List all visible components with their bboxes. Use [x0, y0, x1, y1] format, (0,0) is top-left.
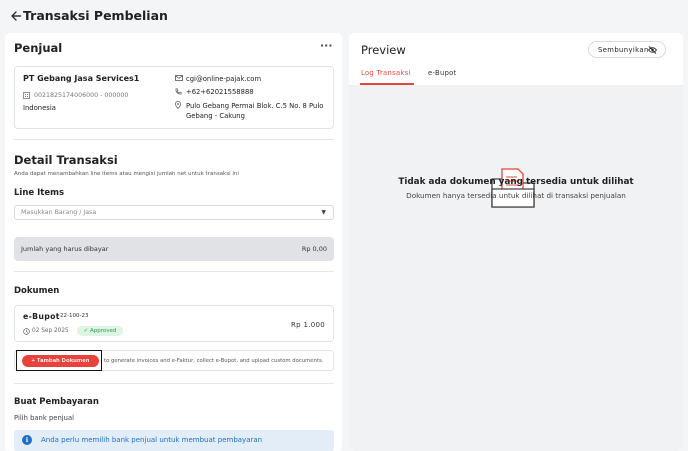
total-label: Jumlah yang harus dibayar: [21, 245, 109, 253]
seller-heading: Penjual: [14, 41, 63, 55]
add-document-row: + Tambah Dokumen to generate invoices an…: [14, 350, 334, 371]
total-summary: Jumlah yang harus dibayar Rp 0,00: [14, 237, 334, 261]
more-horizontal-icon[interactable]: ···: [320, 39, 333, 52]
empty-state-subtitle: Dokumen hanya tersedia untuk dilihat di …: [406, 191, 626, 200]
hide-preview-button[interactable]: Sembunyikan: [588, 41, 666, 58]
seller-npwp: 0021825174006000 - 000000: [34, 92, 129, 99]
preview-empty-state: Tidak ada dokumen yang tersedia untuk di…: [349, 86, 683, 451]
bank-label: Pilih bank penjual: [14, 414, 75, 422]
chevron-down-icon: ▼: [321, 209, 326, 216]
document-card[interactable]: e-Bupot 22-100-23 02 Sep 2025 ✓ Approved…: [14, 305, 334, 342]
status-badge-label: Approved: [89, 328, 117, 334]
detail-heading: Detail Transaksi: [14, 153, 118, 167]
document-date: 02 Sep 2025: [32, 328, 69, 334]
seller-phone: +62+62021558888: [186, 88, 254, 96]
eye-off-icon: [648, 46, 657, 54]
document-code: 22-100-23: [60, 313, 89, 319]
history-icon: [23, 328, 30, 335]
detail-description: Anda dapat menambahkan line items atau m…: [14, 171, 239, 177]
phone-icon: [175, 88, 182, 95]
add-document-button[interactable]: + Tambah Dokumen: [22, 355, 99, 367]
divider: [14, 139, 334, 140]
divider: [14, 383, 334, 384]
top-bar: Transaksi Pembelian: [0, 0, 688, 32]
seller-country: Indonesia: [23, 104, 56, 112]
item-select-placeholder: Masukkan Barang / Jasa: [21, 209, 97, 216]
preview-panel: Preview Sembunyikan Log Transaksi e-Bupo…: [349, 33, 683, 451]
info-text: Anda perlu memilih bank penjual untuk me…: [41, 436, 263, 444]
folder-document-icon: [491, 168, 535, 208]
location-pin-icon: [175, 101, 181, 109]
arrow-left-icon[interactable]: [10, 9, 22, 23]
documents-heading: Dokumen: [14, 286, 60, 296]
line-items-heading: Line Items: [14, 188, 65, 198]
document-amount: Rp 1.000: [291, 321, 325, 329]
info-icon: i: [22, 435, 32, 445]
preview-heading: Preview: [361, 43, 406, 57]
check-circle-icon: ✓: [83, 328, 89, 334]
tab-e-bupot[interactable]: e-Bupot: [428, 69, 457, 77]
empty-state-title: Tidak ada dokumen yang tersedia untuk di…: [398, 177, 634, 187]
total-value: Rp 0,00: [301, 245, 327, 253]
divider: [14, 271, 334, 272]
mail-icon: [175, 75, 183, 81]
seller-address-line2: Gebang - Cakung: [186, 112, 245, 120]
tab-log-transaksi[interactable]: Log Transaksi: [361, 69, 411, 77]
add-document-help: to generate invoices and e-Faktur, colle…: [104, 358, 324, 364]
payment-heading: Buat Pembayaran: [14, 397, 99, 407]
page-title: Transaksi Pembelian: [23, 8, 168, 23]
seller-card: PT Gebang Jasa Services1 002182517400600…: [14, 66, 334, 129]
status-badge: ✓ Approved: [77, 326, 123, 336]
hide-preview-label: Sembunyikan: [598, 46, 649, 54]
info-banner: i Anda perlu memilih bank penjual untuk …: [14, 430, 334, 451]
seller-email: cgi@online-pajak.com: [186, 75, 262, 83]
document-name: e-Bupot: [23, 312, 60, 321]
seller-company-name: PT Gebang Jasa Services1: [23, 74, 140, 83]
seller-address-line1: Pulo Gebang Permai Blok. C.5 No. 8 Pulo: [186, 102, 324, 110]
building-icon: [23, 92, 30, 99]
item-select[interactable]: Masukkan Barang / Jasa ▼: [14, 205, 334, 220]
transaction-panel: Penjual ··· PT Gebang Jasa Services1 002…: [5, 33, 342, 451]
